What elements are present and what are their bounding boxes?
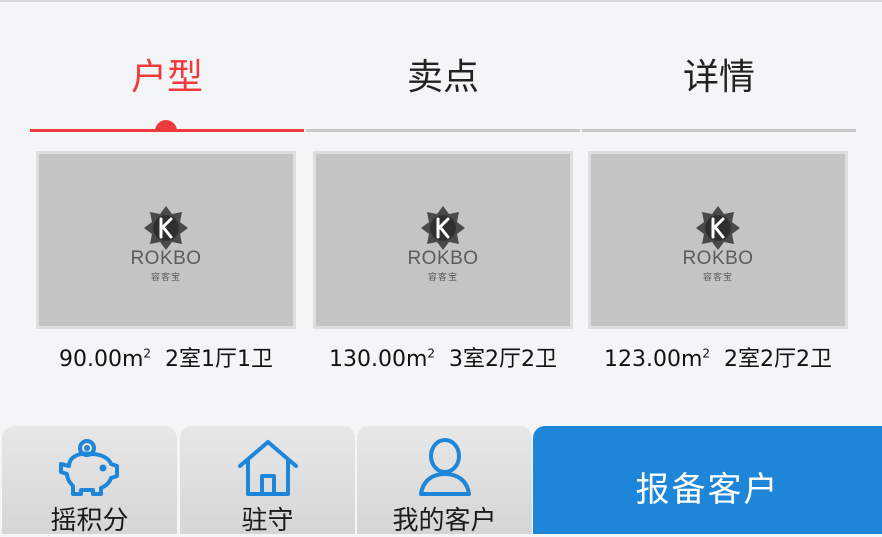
floor-plan-list: ROKBO 容客宝 90.00m2 2室1厅1卫 ROKBO 容客宝 130.0… (36, 151, 848, 381)
tab-label: 卖点 (406, 57, 479, 98)
floor-plan-card[interactable]: ROKBO 容客宝 123.00m2 2室2厅2卫 (588, 151, 848, 381)
floor-plan-caption: 130.00m2 3室2厅2卫 (313, 341, 573, 373)
active-tab-indicator (155, 120, 177, 131)
tab-bar: 户型 卖点 详情 (30, 40, 856, 134)
nav-label: 驻守 (241, 506, 294, 536)
floor-plan-caption: 90.00m2 2室1厅1卫 (36, 341, 296, 373)
brand-subtext: 容客宝 (150, 273, 181, 283)
area-unit-sup: 2 (143, 346, 152, 361)
brand-subtext: 容客宝 (427, 273, 458, 283)
report-customer-button[interactable]: 报备客户 (533, 426, 882, 534)
brand-text: ROKBO (130, 248, 202, 269)
nav-shake-points[interactable]: 摇积分 (2, 426, 177, 536)
rokbo-logo-icon (421, 206, 465, 250)
brand-text: ROKBO (407, 248, 479, 269)
area-unit-sup: 2 (702, 346, 711, 361)
tab-details[interactable]: 详情 (582, 40, 856, 134)
floor-plan-caption: 123.00m2 2室2厅2卫 (588, 341, 848, 373)
tab-selling-points[interactable]: 卖点 (306, 40, 580, 134)
piggy-bank-icon (58, 439, 119, 496)
nav-label: 我的客户 (392, 506, 497, 536)
area-value: 90.00m (58, 347, 144, 372)
room-layout: 3室2厅2卫 (449, 347, 558, 372)
floor-plan-image-placeholder: ROKBO 容客宝 (588, 151, 848, 329)
report-button-label: 报备客户 (635, 470, 780, 510)
tab-label: 户型 (130, 57, 203, 98)
room-layout: 2室1厅1卫 (165, 347, 274, 372)
brand-text: ROKBO (682, 248, 754, 269)
bottom-nav: 摇积分 驻守 我的客户 报备客户 (0, 426, 882, 536)
area-value: 130.00m (328, 347, 428, 372)
person-icon (418, 438, 471, 496)
room-layout: 2室2厅2卫 (724, 347, 833, 372)
brand-subtext: 容客宝 (702, 273, 733, 283)
area-value: 123.00m (603, 347, 703, 372)
floor-plan-card[interactable]: ROKBO 容客宝 90.00m2 2室1厅1卫 (36, 151, 296, 381)
house-icon (237, 440, 298, 496)
nav-label: 摇积分 (50, 506, 129, 536)
tab-underline (582, 129, 856, 132)
floor-plan-card[interactable]: ROKBO 容客宝 130.00m2 3室2厅2卫 (313, 151, 573, 381)
floor-plan-image-placeholder: ROKBO 容客宝 (313, 151, 573, 329)
tab-underline (306, 129, 580, 132)
rokbo-logo-icon (144, 206, 188, 250)
area-unit-sup: 2 (427, 346, 436, 361)
floor-plan-image-placeholder: ROKBO 容客宝 (36, 151, 296, 329)
nav-station[interactable]: 驻守 (180, 426, 355, 536)
top-border (0, 0, 882, 2)
nav-my-customers[interactable]: 我的客户 (357, 426, 532, 536)
tab-label: 详情 (682, 57, 755, 98)
tab-floor-plan[interactable]: 户型 (30, 40, 304, 134)
rokbo-logo-icon (696, 206, 740, 250)
